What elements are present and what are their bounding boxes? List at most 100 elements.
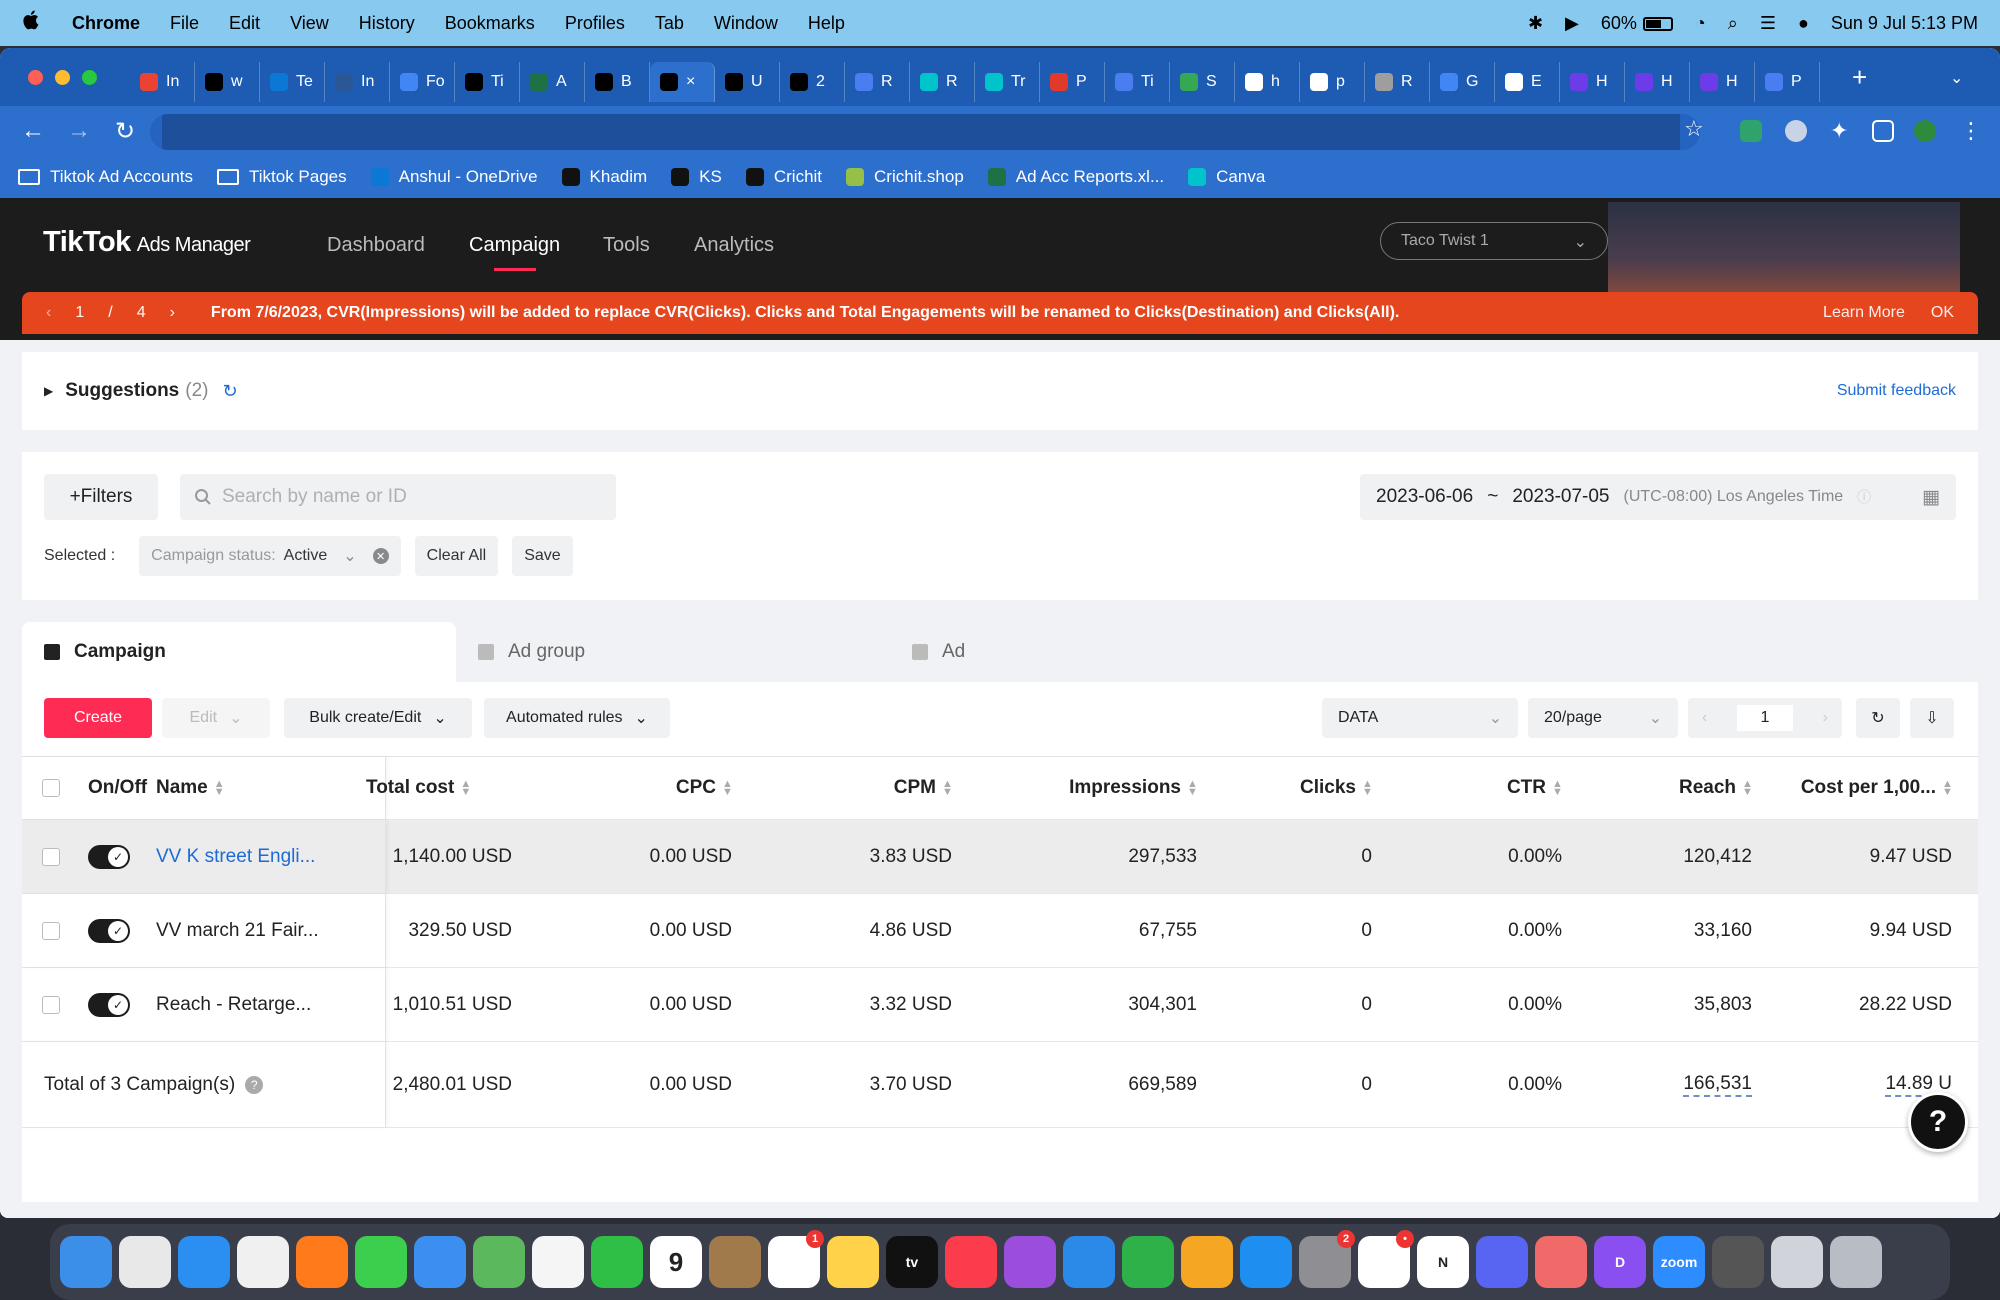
help-question-icon[interactable]: ? (245, 1075, 264, 1094)
campaign-name-link[interactable]: VV march 21 Fair... (156, 920, 319, 942)
profile-avatar[interactable] (1914, 120, 1936, 142)
data-select[interactable]: DATA ⌄ (1322, 698, 1518, 738)
close-window-button[interactable] (28, 70, 43, 85)
browser-tab[interactable]: E (1495, 62, 1560, 102)
tab-search-chevron-icon[interactable]: ⌄ (1950, 68, 1963, 88)
filter-chip-campaign-status[interactable]: Campaign status: Active ⌄ ✕ (139, 536, 401, 576)
sort-icon[interactable]: ▲ ▼ (1552, 779, 1563, 798)
campaign-on-off-toggle[interactable]: ✓ (88, 918, 130, 943)
menu-window[interactable]: Window (714, 13, 778, 34)
firefox-icon[interactable] (296, 1236, 348, 1288)
edit-button[interactable]: Edit ⌄ (162, 698, 270, 738)
browser-tab[interactable]: S (1170, 62, 1235, 102)
refresh-table-icon[interactable]: ↻ (1856, 698, 1900, 738)
control-center-icon[interactable]: ☰ (1760, 13, 1776, 34)
safari-icon[interactable] (178, 1236, 230, 1288)
nav-campaign[interactable]: Campaign (469, 234, 560, 271)
column-header-cpc[interactable]: CPC ▲ ▼ (532, 757, 733, 819)
calendar-icon[interactable]: 9 (650, 1236, 702, 1288)
zoom-icon[interactable]: zoom (1653, 1236, 1705, 1288)
extensions-puzzle-icon[interactable]: ✦ (1830, 120, 1852, 142)
page-size-select[interactable]: 20/page ⌄ (1528, 698, 1678, 738)
sort-icon[interactable]: ▲ ▼ (1362, 779, 1373, 798)
spotlight-search-icon[interactable]: ⌕ (1728, 13, 1738, 34)
browser-tab[interactable]: p (1300, 62, 1365, 102)
page-number[interactable]: 1 (1736, 705, 1794, 731)
slack-icon[interactable]: • (1358, 1230, 1414, 1288)
browser-tab[interactable]: Te (260, 62, 325, 102)
column-header-impressions[interactable]: Impressions ▲ ▼ (972, 757, 1198, 819)
nav-dashboard[interactable]: Dashboard (327, 234, 425, 257)
reminders-icon[interactable]: 1 (768, 1230, 824, 1288)
launchpad-icon[interactable] (119, 1236, 171, 1288)
sort-icon[interactable]: ▲ ▼ (722, 779, 733, 798)
maps-icon[interactable] (473, 1236, 525, 1288)
menu-bookmarks[interactable]: Bookmarks (445, 13, 535, 34)
menu-app-name[interactable]: Chrome (72, 13, 140, 34)
numbers-icon[interactable] (1122, 1236, 1174, 1288)
extension-shield-icon[interactable] (1740, 120, 1762, 142)
sort-icon[interactable]: ▲ ▼ (214, 779, 225, 798)
forward-icon[interactable]: → (66, 117, 92, 145)
browser-tab[interactable]: R (845, 62, 910, 102)
bookmark-item[interactable]: Khadim (561, 167, 647, 187)
apple-menu-icon[interactable] (22, 9, 42, 38)
campaign-on-off-toggle[interactable]: ✓ (88, 844, 130, 869)
browser-tab[interactable]: U (715, 62, 780, 102)
clock[interactable]: Sun 9 Jul 5:13 PM (1831, 13, 1978, 34)
browser-tab[interactable]: In (325, 62, 390, 102)
discord-icon[interactable] (1476, 1236, 1528, 1288)
bookmark-item[interactable]: Tiktok Ad Accounts (18, 167, 193, 187)
menu-history[interactable]: History (359, 13, 415, 34)
system-settings-icon[interactable]: 2 (1299, 1230, 1355, 1288)
trash-icon[interactable] (1830, 1236, 1882, 1288)
battery-status[interactable]: 60% (1601, 13, 1673, 34)
menu-view[interactable]: View (290, 13, 329, 34)
menu-file[interactable]: File (170, 13, 199, 34)
new-tab-button[interactable]: + (1852, 62, 1867, 93)
banner-ok-button[interactable]: OK (1931, 304, 1954, 322)
banner-learn-more-link[interactable]: Learn More (1823, 304, 1905, 322)
browser-tab[interactable]: Ti (455, 62, 520, 102)
app-store-icon[interactable] (1240, 1236, 1292, 1288)
menu-profiles[interactable]: Profiles (565, 13, 625, 34)
bookmark-item[interactable]: Ad Acc Reports.xl... (987, 167, 1164, 187)
search-input[interactable] (222, 486, 602, 508)
bookmark-item[interactable]: Tiktok Pages (217, 167, 347, 187)
reload-icon[interactable]: ↻ (112, 117, 138, 146)
row-checkbox[interactable] (42, 847, 60, 866)
account-selector[interactable]: Taco Twist 1 ⌄ (1380, 222, 1608, 260)
pages-icon[interactable] (1181, 1236, 1233, 1288)
bookmark-item[interactable]: Anshul - OneDrive (370, 167, 538, 187)
tab-ad[interactable]: Ad (890, 622, 1324, 682)
music-icon[interactable] (945, 1236, 997, 1288)
mail-icon[interactable] (414, 1236, 466, 1288)
column-header-cpr[interactable]: Cost per 1,00... ▲ ▼ (1772, 757, 1953, 819)
save-filter-button[interactable]: Save (512, 536, 573, 576)
export-icon[interactable]: ⇩ (1910, 698, 1954, 738)
filters-button[interactable]: +Filters (44, 474, 158, 520)
campaign-name-link[interactable]: VV K street Engli... (156, 846, 315, 868)
browser-tab[interactable]: 2 (780, 62, 845, 102)
table-row[interactable]: ✓ VV K street Engli... 1,140.00 USD 0.00 US… (22, 820, 1978, 894)
refresh-icon[interactable]: ↻ (222, 381, 237, 402)
chrome-icon[interactable] (237, 1236, 289, 1288)
keynote-icon[interactable] (1063, 1236, 1115, 1288)
browser-tab[interactable]: G (1430, 62, 1495, 102)
date-range-picker[interactable]: 2023-06-06 ~ 2023-07-05 (UTC-08:00) Los … (1360, 474, 1956, 520)
clear-all-button[interactable]: Clear All (414, 536, 499, 576)
nav-analytics[interactable]: Analytics (694, 234, 774, 257)
browser-tab[interactable]: Fo (390, 62, 455, 102)
play-icon[interactable]: ▶ (1565, 13, 1579, 34)
side-panel-icon[interactable] (1872, 120, 1894, 142)
asana-icon[interactable] (1535, 1236, 1587, 1288)
address-bar[interactable] (150, 114, 1700, 150)
expand-caret-icon[interactable]: ▶ (44, 384, 53, 398)
prev-page-icon[interactable]: ‹ (1702, 709, 1707, 727)
remove-chip-icon[interactable]: ✕ (372, 548, 389, 564)
siri-icon[interactable]: ● (1798, 13, 1809, 34)
browser-tab[interactable]: In (130, 62, 195, 102)
apple-tv-icon[interactable]: tv (886, 1236, 938, 1288)
sort-icon[interactable]: ▲ ▼ (942, 779, 953, 798)
bookmark-item[interactable]: Crichit (745, 167, 822, 187)
